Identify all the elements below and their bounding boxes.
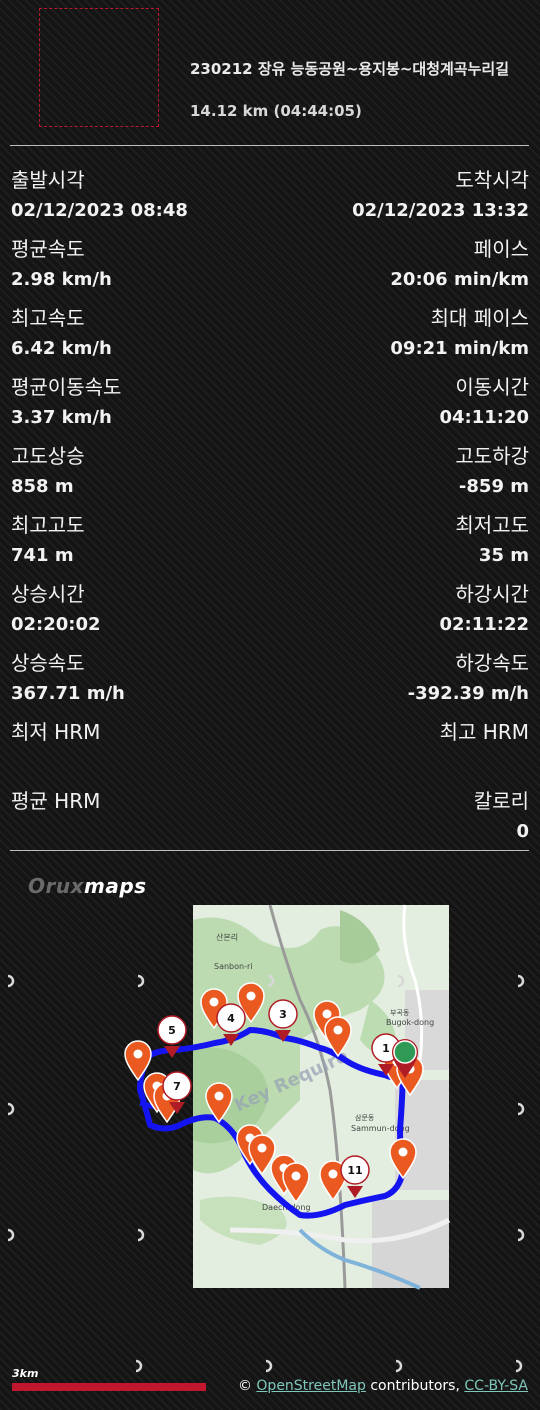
label-elevation-gain: 고도상승 — [11, 444, 85, 468]
value-pace: 20:06 min/km — [390, 269, 529, 290]
value-arrival-time: 02/12/2023 13:32 — [352, 200, 529, 221]
waypoint-1-label: 1 — [382, 1042, 390, 1055]
rotate-icon — [517, 1228, 525, 1242]
label-departure-time: 출발시각 — [11, 168, 85, 192]
stat-row-ascent-descent-speed: 상승속도 367.71 m/h 하강속도 -392.39 m/h — [11, 651, 529, 713]
label-max-pace: 최대 페이스 — [430, 306, 529, 330]
track-map-canvas[interactable]: 산본리 Sanbon-ri 부곡동 Bugok-dong 삼문동 Sammun-… — [0, 900, 540, 1300]
value-ascent-speed: 367.71 m/h — [11, 683, 125, 704]
value-average-speed: 2.98 km/h — [11, 269, 112, 290]
label-max-hrm: 최고 HRM — [439, 720, 529, 744]
map-label-bugok: 부곡동 — [390, 1009, 410, 1017]
track-thumbnail-placeholder[interactable] — [39, 8, 159, 127]
value-max-speed: 6.42 km/h — [11, 338, 112, 359]
rotate-icon — [137, 974, 145, 988]
value-moving-time: 04:11:20 — [439, 407, 529, 428]
stat-row-hrm-min-max: 최저 HRM 최고 HRM — [11, 720, 529, 782]
oruxmaps-logo: Oruxmaps — [28, 874, 147, 898]
map-label-sanbon-en: Sanbon-ri — [214, 962, 253, 971]
map-scale-bar — [12, 1383, 206, 1391]
divider-top — [10, 145, 529, 146]
label-descent-speed: 하강속도 — [455, 651, 529, 675]
track-distance-duration: 14.12 km (04:44:05) — [190, 102, 362, 120]
rotate-icon — [137, 1228, 145, 1242]
value-descent-speed: -392.39 m/h — [407, 683, 529, 704]
map-attribution: © OpenStreetMap contributors, CC-BY-SA — [238, 1378, 528, 1394]
rotate-icon — [7, 1102, 15, 1116]
track-map-view[interactable]: 산본리 Sanbon-ri 부곡동 Bugok-dong 삼문동 Sammun-… — [0, 900, 540, 1300]
label-max-elevation: 최고고도 — [11, 513, 85, 537]
waypoint-marker — [124, 1040, 152, 1082]
rotate-icon — [517, 974, 525, 988]
value-departure-time: 02/12/2023 08:48 — [11, 200, 188, 221]
stat-row-moving-speed-time: 평균이동속도 3.37 km/h 이동시간 04:11:20 — [11, 375, 529, 437]
label-min-hrm: 최저 HRM — [11, 720, 101, 744]
rotate-icon — [517, 1102, 525, 1116]
rotate-icon — [7, 974, 15, 988]
stat-row-max-speed-pace: 최고속도 6.42 km/h 최대 페이스 09:21 min/km — [11, 306, 529, 368]
stat-row-elevation-gain-loss: 고도상승 858 m 고도하강 -859 m — [11, 444, 529, 506]
value-calories: 0 — [516, 821, 529, 842]
attribution-contributors: contributors, — [370, 1378, 460, 1394]
license-link[interactable]: CC-BY-SA — [464, 1378, 528, 1394]
copyright-symbol: © — [237, 1378, 252, 1394]
value-descent-time: 02:11:22 — [439, 614, 529, 635]
value-max-elevation: 741 m — [11, 545, 74, 566]
value-avg-moving-speed: 3.37 km/h — [11, 407, 112, 428]
label-pace: 페이스 — [473, 237, 529, 261]
osm-link[interactable]: OpenStreetMap — [256, 1378, 365, 1394]
value-max-pace: 09:21 min/km — [390, 338, 529, 359]
waypoint-5-label: 5 — [168, 1024, 176, 1037]
value-elevation-loss: -859 m — [458, 476, 529, 497]
map-scale: 3km — [12, 1367, 206, 1391]
value-ascent-time: 02:20:02 — [11, 614, 101, 635]
map-label-sammun: 삼문동 — [355, 1113, 375, 1122]
label-ascent-speed: 상승속도 — [11, 651, 85, 675]
map-scale-label: 3km — [12, 1367, 39, 1380]
label-average-speed: 평균속도 — [11, 237, 85, 261]
map-label-bugok-en: Bugok-dong — [386, 1018, 434, 1027]
track-title: 230212 장유 능동공원~용지봉~대청계곡누리길 — [190, 60, 510, 78]
stat-row-ascent-descent-time: 상승시간 02:20:02 하강시간 02:11:22 — [11, 582, 529, 644]
label-max-speed: 최고속도 — [11, 306, 85, 330]
value-elevation-gain: 858 m — [11, 476, 74, 497]
waypoint-4-label: 4 — [227, 1012, 235, 1025]
waypoint-11-label: 11 — [347, 1164, 362, 1177]
divider-bottom — [10, 850, 529, 851]
label-avg-moving-speed: 평균이동속도 — [11, 375, 122, 399]
label-moving-time: 이동시간 — [455, 375, 529, 399]
value-min-elevation: 35 m — [478, 545, 529, 566]
stat-row-avg-hrm-calories: 평균 HRM 칼로리 0 — [11, 789, 529, 851]
label-min-elevation: 최저고도 — [455, 513, 529, 537]
label-arrival-time: 도착시각 — [455, 168, 529, 192]
stat-row-max-min-elevation: 최고고도 741 m 최저고도 35 m — [11, 513, 529, 575]
stat-row-departure-arrival: 출발시각 02/12/2023 08:48 도착시각 02/12/2023 13… — [11, 168, 529, 230]
label-elevation-loss: 고도하강 — [455, 444, 529, 468]
stat-row-avg-speed-pace: 평균속도 2.98 km/h 페이스 20:06 min/km — [11, 237, 529, 299]
waypoint-3-label: 3 — [279, 1008, 287, 1021]
label-avg-hrm: 평균 HRM — [11, 789, 101, 813]
label-ascent-time: 상승시간 — [11, 582, 85, 606]
rotate-icon — [7, 1228, 15, 1242]
waypoint-7-label: 7 — [173, 1080, 181, 1093]
label-descent-time: 하강시간 — [455, 582, 529, 606]
map-label-sanbon: 산본리 — [216, 932, 238, 942]
label-calories: 칼로리 — [473, 789, 529, 813]
